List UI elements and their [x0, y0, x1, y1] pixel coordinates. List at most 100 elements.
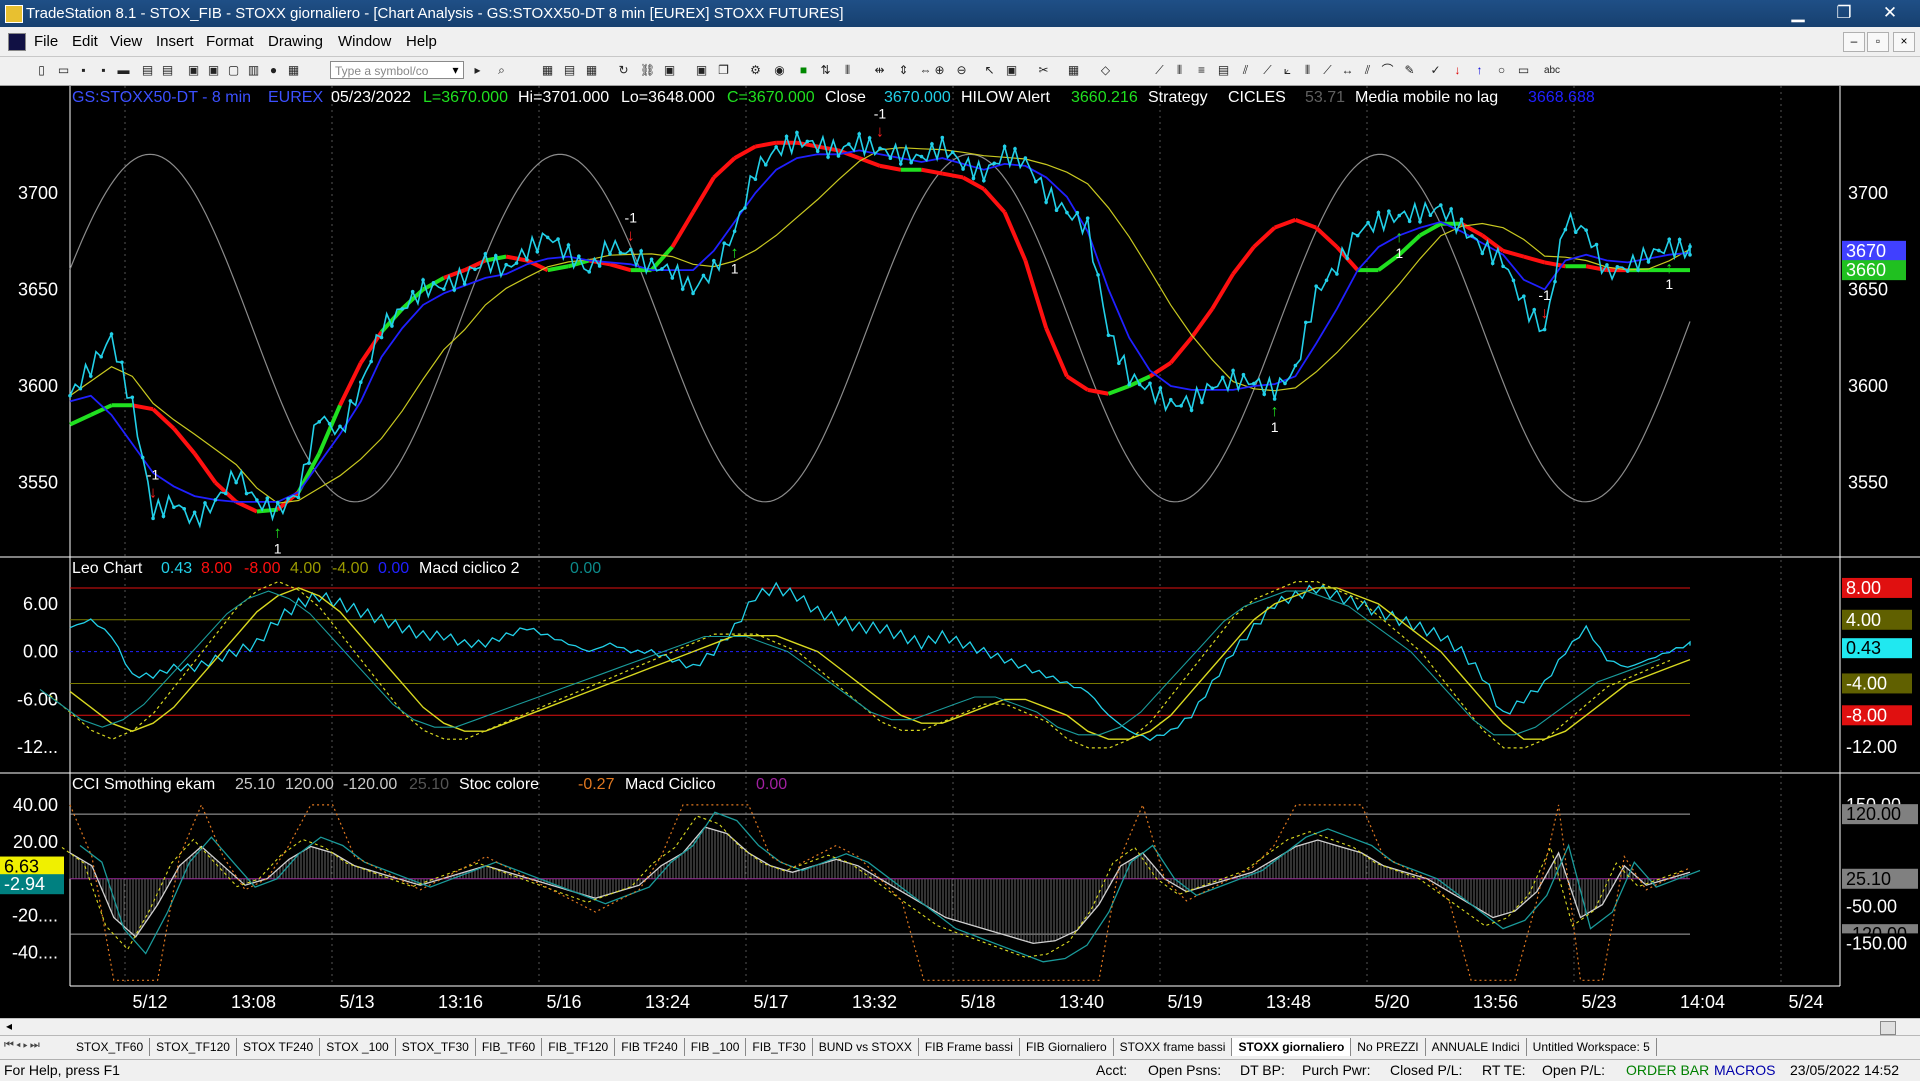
- new-icon[interactable]: ▯: [34, 63, 49, 78]
- link-icon[interactable]: ⛓: [640, 63, 655, 78]
- symbol-input[interactable]: Type a symbol/co: [330, 61, 464, 79]
- chart-analysis-window[interactable]: 3700 3650 3600 3550 3700 3650 3600 3550 1 ↑ 1 ↑ 1 ↑ 1 ↑…: [0, 86, 1920, 1018]
- radar-icon[interactable]: ◉: [772, 63, 787, 78]
- ellipse-icon[interactable]: ○: [1494, 63, 1509, 78]
- dropdown-arrow-icon[interactable]: ▾: [448, 63, 463, 78]
- bars-icon[interactable]: ⦀: [840, 63, 855, 78]
- mdi-restore-button[interactable]: ▫: [1867, 32, 1889, 52]
- scroll-left-icon[interactable]: ◂: [6, 1019, 12, 1033]
- folder-icon[interactable]: ▬: [116, 63, 131, 78]
- zoom-out-icon[interactable]: ⊖: [954, 63, 969, 78]
- fibonacci-icon[interactable]: ▤: [1216, 63, 1231, 78]
- mdi-close-button[interactable]: ×: [1893, 32, 1915, 52]
- workspace-tab[interactable]: ANNUALE Indici: [1426, 1038, 1527, 1056]
- sort-icon[interactable]: ⇅: [818, 63, 833, 78]
- zoom-in-icon[interactable]: ⊕: [932, 63, 947, 78]
- scroll-thumb[interactable]: [1880, 1021, 1896, 1035]
- workspace-tab[interactable]: STOX _100: [320, 1038, 396, 1056]
- menu-help[interactable]: Help: [406, 33, 437, 50]
- workspace-tab[interactable]: FIB_TF120: [542, 1038, 616, 1056]
- chart-canvas[interactable]: 370036503600355037003650360035501↑1↑1↑1↑…: [0, 86, 1920, 1018]
- workspace-tab[interactable]: FIB _100: [685, 1038, 747, 1056]
- close-button[interactable]: ✕: [1868, 0, 1912, 27]
- menu-window[interactable]: Window: [338, 33, 391, 50]
- data-window-icon[interactable]: ▣: [1004, 63, 1019, 78]
- regression-icon[interactable]: ⟋: [1260, 63, 1275, 78]
- window2-icon[interactable]: ▣: [206, 63, 221, 78]
- insert-icon[interactable]: ▣: [662, 63, 677, 78]
- minimize-button[interactable]: ▁: [1776, 0, 1820, 27]
- workspace-tab[interactable]: STOX_TF60: [70, 1038, 151, 1056]
- go-arrow-icon[interactable]: ▸: [470, 63, 485, 78]
- workspace-tab[interactable]: FIB_TF30: [746, 1038, 813, 1056]
- parallel-icon[interactable]: ⫽: [1360, 63, 1375, 78]
- tools-icon[interactable]: ✂: [1036, 63, 1051, 78]
- status-order-bar[interactable]: ORDER BAR: [1626, 1062, 1709, 1078]
- horizontal-lines-icon[interactable]: ≡: [1194, 63, 1209, 78]
- vertical-lines-icon[interactable]: ⦀: [1172, 63, 1187, 78]
- menu-drawing[interactable]: Drawing: [268, 33, 323, 50]
- arrow-up-icon[interactable]: ↑: [1472, 63, 1487, 78]
- fan-icon[interactable]: ⟋: [1320, 63, 1335, 78]
- text-tool-icon[interactable]: abc: [1540, 63, 1564, 78]
- speed-line-icon[interactable]: ⟀: [1280, 63, 1295, 78]
- globe-icon[interactable]: ●: [266, 63, 281, 78]
- arrow-down-icon[interactable]: ↓: [1450, 63, 1465, 78]
- trendline-icon[interactable]: ⟋: [1152, 63, 1167, 78]
- maximize-button[interactable]: ❐: [1822, 0, 1866, 27]
- status-macros[interactable]: MACROS: [1714, 1062, 1775, 1078]
- workspace-tab[interactable]: STOXX giornaliero: [1232, 1038, 1352, 1056]
- save-icon[interactable]: ▪: [76, 63, 91, 78]
- ruler-icon[interactable]: ↔: [1340, 63, 1355, 78]
- lock-icon[interactable]: ▢: [226, 63, 241, 78]
- eraser-icon[interactable]: ◇: [1098, 63, 1113, 78]
- tab-navigation-icon[interactable]: ⏮◂▸⏭: [4, 1039, 42, 1052]
- matrix-icon[interactable]: ■: [796, 63, 811, 78]
- print-icon[interactable]: ▤: [140, 63, 155, 78]
- grid-icon[interactable]: ▦: [584, 63, 599, 78]
- toolbox-icon[interactable]: ▦: [1066, 63, 1081, 78]
- gann-icon[interactable]: ⦀: [1300, 63, 1315, 78]
- workspace-tab[interactable]: BUND vs STOXX: [813, 1038, 919, 1056]
- format-icon[interactable]: ▦: [540, 63, 555, 78]
- copy-icon[interactable]: ❐: [716, 63, 731, 78]
- workspace-tab[interactable]: Untitled Workspace: 5: [1527, 1038, 1657, 1056]
- menu-insert[interactable]: Insert: [156, 33, 194, 50]
- table-icon[interactable]: ▤: [562, 63, 577, 78]
- menu-format[interactable]: Format: [206, 33, 254, 50]
- workspace-tab[interactable]: No PREZZI: [1351, 1038, 1426, 1056]
- workspace-tab[interactable]: FIB Giornaliero: [1020, 1038, 1114, 1056]
- arc-icon[interactable]: ⌒: [1380, 63, 1395, 78]
- print-preview-icon[interactable]: ▤: [160, 63, 175, 78]
- workspace-tab[interactable]: FIB TF240: [615, 1038, 685, 1056]
- chart-icon[interactable]: ▦: [286, 63, 301, 78]
- studies-icon[interactable]: ⚙: [748, 63, 763, 78]
- workspace-tab[interactable]: STOX_TF120: [150, 1038, 237, 1056]
- pointer-icon[interactable]: ↖: [982, 63, 997, 78]
- pen-icon[interactable]: ✎: [1402, 63, 1417, 78]
- window-icon[interactable]: ▣: [186, 63, 201, 78]
- menu-edit[interactable]: Edit: [72, 33, 98, 50]
- save-all-icon[interactable]: ▪: [96, 63, 111, 78]
- refresh-icon[interactable]: ↻: [616, 63, 631, 78]
- workspace-tab[interactable]: STOX TF240: [237, 1038, 321, 1056]
- analysis-icon[interactable]: ▣: [694, 63, 709, 78]
- mdi-minimize-button[interactable]: –: [1843, 32, 1865, 52]
- channel-icon[interactable]: ⫽: [1238, 63, 1253, 78]
- find-icon[interactable]: ⌕: [494, 63, 509, 78]
- workspace-tab[interactable]: FIB_TF60: [476, 1038, 543, 1056]
- check-icon[interactable]: ✓: [1428, 63, 1443, 78]
- scroll-icon[interactable]: ⇔: [918, 63, 933, 78]
- horizontal-scrollbar[interactable]: ◂ ▸: [0, 1018, 1920, 1036]
- cci-marker-label: -50.00: [1846, 896, 1897, 916]
- workspace-icon[interactable]: ▥: [246, 63, 261, 78]
- scale-icon[interactable]: ⇕: [896, 63, 911, 78]
- open-icon[interactable]: ▭: [56, 63, 71, 78]
- workspace-tab[interactable]: FIB Frame bassi: [919, 1038, 1020, 1056]
- workspace-tab[interactable]: STOX_TF30: [396, 1038, 476, 1056]
- rectangle-icon[interactable]: ▭: [1516, 63, 1531, 78]
- workspace-tab[interactable]: STOXX frame bassi: [1114, 1038, 1233, 1056]
- menu-file[interactable]: File: [34, 33, 58, 50]
- menu-view[interactable]: View: [110, 33, 142, 50]
- bar-spacing-icon[interactable]: ⇹: [872, 63, 887, 78]
